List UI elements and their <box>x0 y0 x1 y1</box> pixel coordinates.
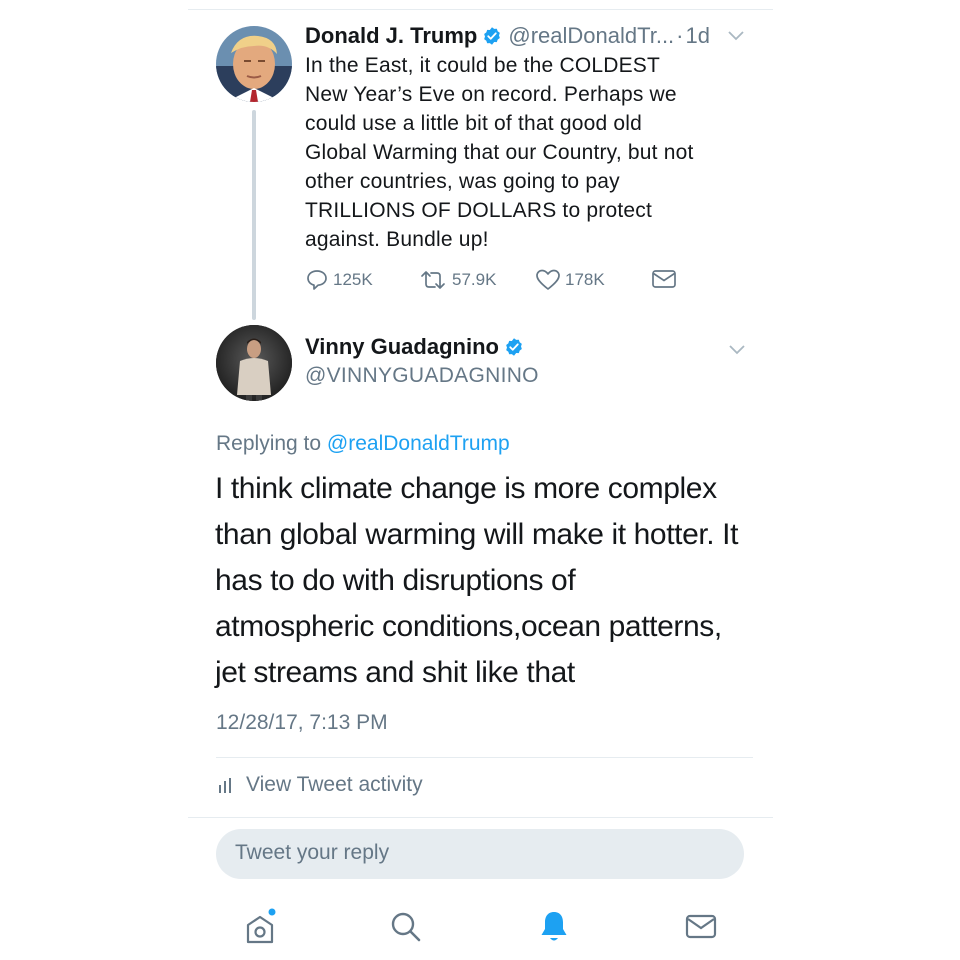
verified-badge-icon <box>506 338 522 356</box>
tweet2-header: Vinny Guadagnino <box>305 334 524 360</box>
home-tab[interactable] <box>240 907 280 947</box>
bar-chart-icon <box>219 778 231 793</box>
tweet1-text: In the East, it could be the COLDEST New… <box>305 54 694 251</box>
retweet-count: 57.9K <box>452 270 497 289</box>
thread-connector-line <box>252 110 256 320</box>
speech-bubble-icon <box>307 270 327 290</box>
vinny-avatar[interactable] <box>216 325 292 401</box>
tweet1-dot-separator: · <box>676 23 684 48</box>
view-tweet-activity-label: View Tweet activity <box>246 773 423 796</box>
view-tweet-activity-link[interactable]: View Tweet activity <box>218 773 423 797</box>
like-count: 178K <box>565 270 605 289</box>
messages-envelope-icon <box>685 914 717 939</box>
notifications-bell-icon <box>541 912 567 941</box>
divider <box>216 757 753 758</box>
reply-placeholder: Tweet your reply <box>235 841 390 864</box>
replying-to-prefix: Replying to <box>216 432 327 455</box>
retweet-icon <box>421 271 445 289</box>
tweet-reply-input[interactable]: Tweet your reply <box>216 829 744 879</box>
tweet2-text: I think climate change is more complex t… <box>215 472 739 689</box>
messages-tab[interactable] <box>681 907 721 947</box>
tweet2-timestamp: 12/28/17, 7:13 PM <box>216 711 388 734</box>
bottom-tab-bar <box>188 895 773 955</box>
like-action[interactable]: 178K <box>535 268 605 292</box>
tweet1-chevron-down-icon[interactable] <box>728 31 744 41</box>
tweet-detail-screen: Donald J. Trump @realDonaldTr... · 1d In… <box>188 0 773 960</box>
top-divider <box>188 9 773 10</box>
tweet1-time[interactable]: 1d <box>686 23 710 49</box>
tweet2-author-name[interactable]: Vinny Guadagnino <box>305 334 499 360</box>
tweet1-header: Donald J. Trump @realDonaldTr... · 1d <box>305 20 710 52</box>
retweet-action[interactable]: 57.9K <box>418 268 496 292</box>
tweet1-author-name[interactable]: Donald J. Trump <box>305 23 477 49</box>
tweet1-handle[interactable]: @realDonaldTr... <box>508 23 674 49</box>
divider <box>188 817 773 818</box>
tweet2-handle[interactable]: @VINNYGUADAGNINO <box>305 364 539 388</box>
heart-icon <box>536 269 560 290</box>
reply-count: 125K <box>333 270 373 289</box>
search-tab[interactable] <box>386 907 426 947</box>
notifications-tab[interactable] <box>534 907 574 947</box>
envelope-icon <box>652 270 676 288</box>
verified-badge-icon <box>484 27 501 45</box>
reply-action[interactable]: 125K <box>305 268 373 292</box>
tweet2-chevron-down-icon[interactable] <box>729 345 745 355</box>
trump-avatar[interactable] <box>216 26 292 102</box>
replying-to-mention-link[interactable]: @realDonaldTrump <box>327 432 510 455</box>
direct-message-action[interactable] <box>651 268 681 290</box>
replying-to-line: Replying to @realDonaldTrump <box>216 432 510 456</box>
search-icon <box>391 912 421 942</box>
home-icon <box>246 908 276 944</box>
